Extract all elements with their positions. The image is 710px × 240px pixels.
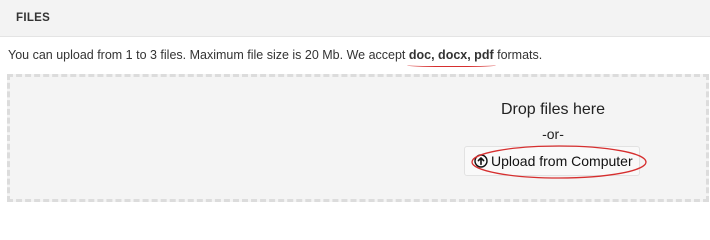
file-upload-section: FILES You can upload from 1 to 3 files. …: [0, 0, 710, 212]
upload-button-label: Upload from Computer: [491, 153, 633, 169]
section-title: FILES: [16, 12, 51, 24]
accepted-formats-text: doc, docx, pdf: [408, 48, 494, 62]
section-header: FILES: [0, 0, 710, 37]
upload-instructions: You can upload from 1 to 3 files. Maximu…: [8, 48, 543, 67]
drop-files-label: Drop files here: [500, 101, 606, 118]
instructions-prefix: You can upload from 1 to 3 files. Maximu…: [8, 48, 409, 62]
upload-circle-icon: [474, 154, 488, 168]
file-dropzone[interactable]: [7, 74, 709, 202]
upload-from-computer-button[interactable]: Upload from Computer: [464, 146, 640, 176]
formats-annotation-underline: [406, 63, 496, 67]
instructions-suffix: formats.: [493, 48, 543, 62]
or-separator: -or-: [542, 126, 564, 142]
accepted-formats: doc, docx, pdf: [406, 48, 496, 67]
